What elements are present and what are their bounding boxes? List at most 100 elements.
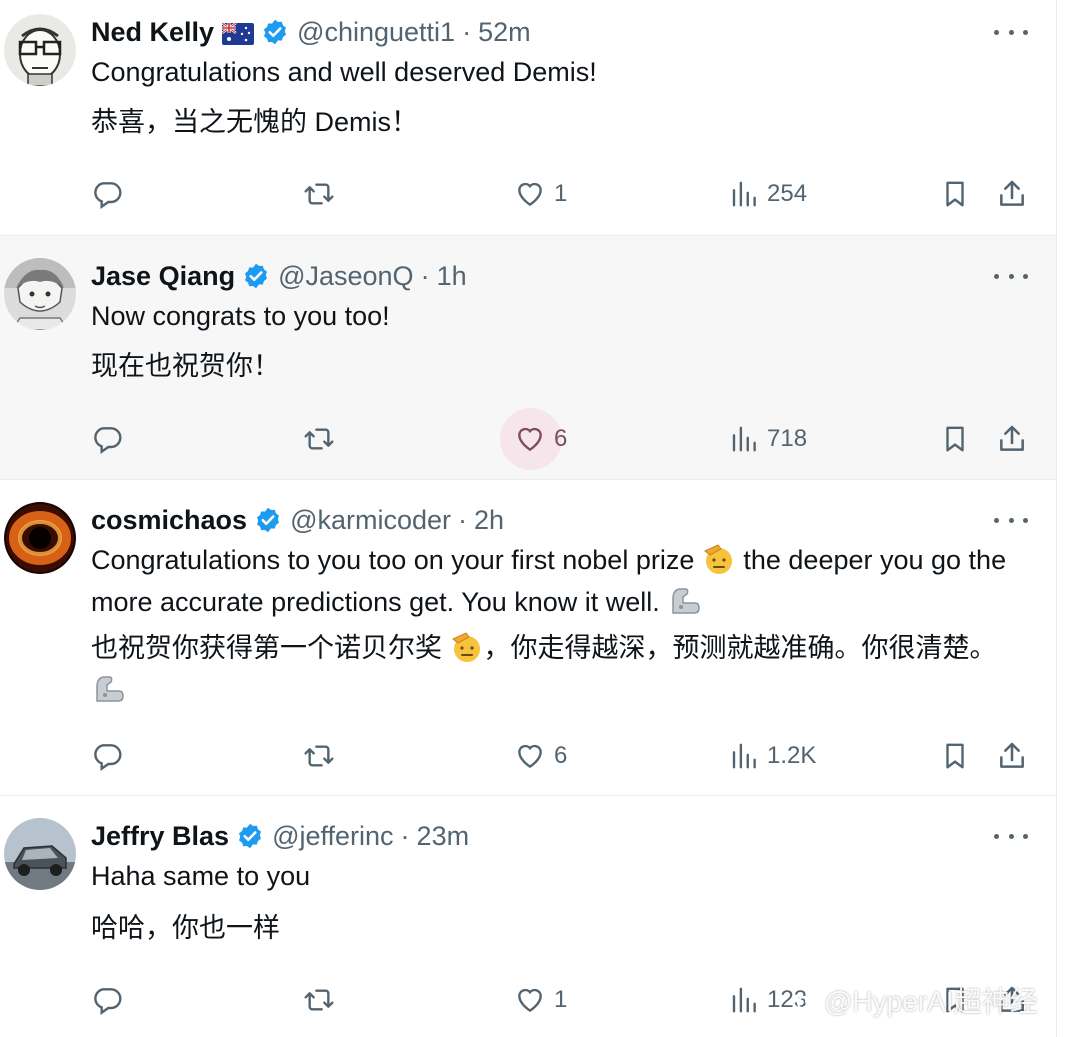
handle[interactable]: @chinguetti1 [297,17,455,48]
display-name[interactable]: Jase Qiang [91,261,235,292]
tweet-ned-kelly[interactable]: Ned Kelly @chinguetti1 · 52m Congratulat… [0,0,1056,236]
avatar[interactable] [4,14,76,86]
timeline-border [1056,0,1057,1037]
bookmark-icon [946,743,964,769]
analytics-icon [732,181,756,207]
tweet-text-zh: 现在也祝贺你！ [91,351,280,381]
heart-icon [518,744,542,769]
reply-icon [94,744,122,771]
timestamp[interactable]: 23m [417,821,470,852]
like-count: 1 [554,180,568,207]
tweet-header: cosmichaos @karmicoder · 2h [91,502,504,538]
more-options-icon[interactable] [994,515,1028,525]
verified-badge-icon [254,506,282,534]
heart-icon [518,988,542,1013]
mechanical-arm-emoji-icon [667,585,701,626]
handle[interactable]: @JaseonQ [278,261,413,292]
avatar[interactable] [4,258,76,330]
repost-button[interactable] [302,174,344,214]
tweet-cosmichaos[interactable]: cosmichaos @karmicoder · 2h Congratulati… [0,480,1056,796]
tweet-text-en-part1: Congratulations to you too on your first… [91,545,695,575]
separator: · [400,820,410,851]
more-options-icon[interactable] [994,271,1028,281]
avatar[interactable] [4,502,76,574]
repost-button[interactable] [302,419,344,459]
saluting-face-emoji-icon [450,631,484,672]
verified-badge-icon [242,262,270,290]
tweet-text-zh: 也祝贺你获得第一个诺贝尔奖 ，你走得越深，预测就越准确。你很清楚。 [91,630,1021,714]
display-name[interactable]: cosmichaos [91,505,247,536]
tweet-header: Jeffry Blas @jefferinc · 23m [91,818,469,854]
reply-button[interactable] [91,419,131,459]
display-name[interactable]: Ned Kelly [91,17,214,48]
timestamp[interactable]: 2h [474,505,504,536]
share-button[interactable] [996,736,1028,776]
like-count: 1 [554,986,568,1013]
timestamp[interactable]: 1h [437,261,467,292]
repost-icon [304,428,334,450]
views-button[interactable]: 1.2K [729,736,816,776]
separator: · [458,504,468,535]
repost-icon [304,745,334,767]
repost-icon [304,989,334,1011]
separator: · [420,260,430,291]
verified-badge-icon [236,822,264,850]
heart-icon [518,427,542,452]
like-button[interactable]: 1 [514,980,567,1020]
tweet-text-zh: 哈哈，你也一样 [91,913,280,943]
share-button[interactable] [996,419,1028,459]
more-options-icon[interactable] [994,831,1028,841]
tweet-actions: 1 254 [0,174,1056,214]
bookmark-button[interactable] [940,419,970,459]
analytics-icon [732,987,756,1013]
like-button[interactable]: 6 [514,736,567,776]
bookmark-button[interactable] [940,736,970,776]
repost-button[interactable] [302,980,344,1020]
tweet-text-zh: 恭喜，当之无愧的 Demis！ [91,107,419,137]
tweet-text-en: Congratulations and well deserved Demis! [91,57,597,87]
views-button[interactable]: 254 [729,174,807,214]
tweet-text-en: Haha same to you [91,861,311,891]
more-options-icon[interactable] [994,27,1028,37]
mechanical-arm-emoji-icon [91,673,125,714]
display-name[interactable]: Jeffry Blas [91,821,229,852]
tweet-actions: 6 1.2K [0,736,1056,776]
like-count: 6 [554,742,568,769]
view-count: 718 [767,425,808,452]
reply-button[interactable] [91,736,131,776]
reply-button[interactable] [91,980,131,1020]
like-button[interactable]: 6 [514,419,567,459]
handle[interactable]: @karmicoder [290,505,451,536]
tweet-header: Jase Qiang @JaseonQ · 1h [91,258,467,294]
saluting-face-emoji-icon [702,543,736,584]
share-icon [1000,425,1024,451]
share-icon [1000,180,1024,206]
watermark-logo-icon [796,989,818,1011]
view-count: 254 [767,180,808,207]
watermark: @HyperAI超神经 [796,980,1038,1020]
share-icon [1000,742,1024,768]
handle[interactable]: @jefferinc [272,821,393,852]
verified-badge-icon [261,18,289,46]
view-count: 1.2K [767,742,817,769]
avatar[interactable] [4,818,76,890]
views-button[interactable]: 718 [729,419,807,459]
reply-icon [94,182,122,209]
tweet-header: Ned Kelly @chinguetti1 · 52m [91,14,531,50]
watermark-text: @HyperAI超神经 [824,986,1038,1017]
reply-button[interactable] [91,174,131,214]
analytics-icon [732,426,756,452]
tweet-jase-qiang[interactable]: Jase Qiang @JaseonQ · 1h Now congrats to… [0,236,1056,480]
tweet-text-en: Congratulations to you too on your first… [91,542,1011,626]
bookmark-icon [946,181,964,207]
separator: · [462,16,472,47]
repost-button[interactable] [302,736,344,776]
tweet-text-zh-part2: ，你走得越深，预测就越准确。你很清楚。 [483,633,997,663]
tweet-text-en: Now congrats to you too! [91,301,390,331]
share-button[interactable] [996,174,1028,214]
reply-feed: Ned Kelly @chinguetti1 · 52m Congratulat… [0,0,1057,1037]
bookmark-button[interactable] [940,174,970,214]
timestamp[interactable]: 52m [478,17,531,48]
australia-flag-icon [221,21,255,45]
like-button[interactable]: 1 [514,174,567,214]
